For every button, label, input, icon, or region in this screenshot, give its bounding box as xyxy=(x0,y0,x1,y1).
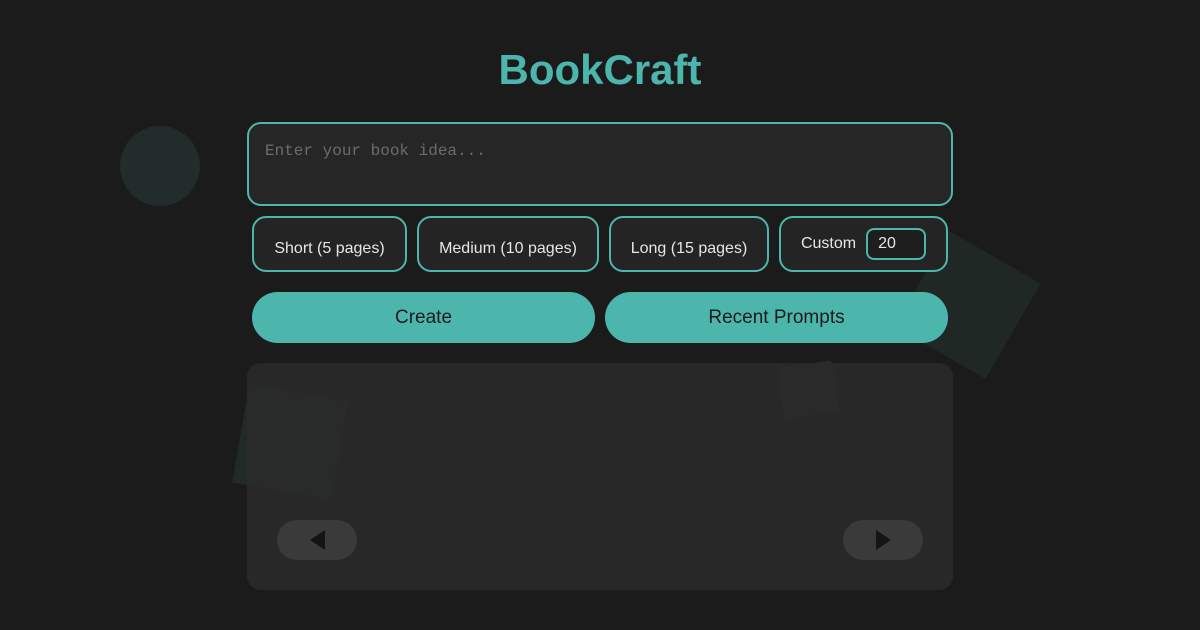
decorative-circle xyxy=(120,126,200,206)
recent-prompts-button[interactable]: Recent Prompts xyxy=(605,292,948,343)
triangle-right-icon xyxy=(875,530,891,550)
medium-length-button[interactable]: Medium (10 pages) xyxy=(417,216,599,272)
previous-page-button[interactable] xyxy=(277,520,357,560)
long-length-button[interactable]: Long (15 pages) xyxy=(609,216,769,272)
length-options: Short (5 pages) Medium (10 pages) Long (… xyxy=(252,216,948,272)
app-page: BookCraft Short (5 pages) Medium (10 pag… xyxy=(0,0,1200,630)
app-title: BookCraft xyxy=(498,46,702,93)
custom-pages-input[interactable] xyxy=(866,228,927,260)
book-idea-input[interactable] xyxy=(247,122,953,206)
custom-length-option[interactable]: Custom xyxy=(779,216,948,272)
create-button[interactable]: Create xyxy=(252,292,595,343)
custom-length-label: Custom xyxy=(800,235,857,252)
book-viewer-panel xyxy=(247,363,953,590)
next-page-button[interactable] xyxy=(843,520,923,560)
short-length-button[interactable]: Short (5 pages) xyxy=(252,216,407,272)
triangle-left-icon xyxy=(309,530,325,550)
